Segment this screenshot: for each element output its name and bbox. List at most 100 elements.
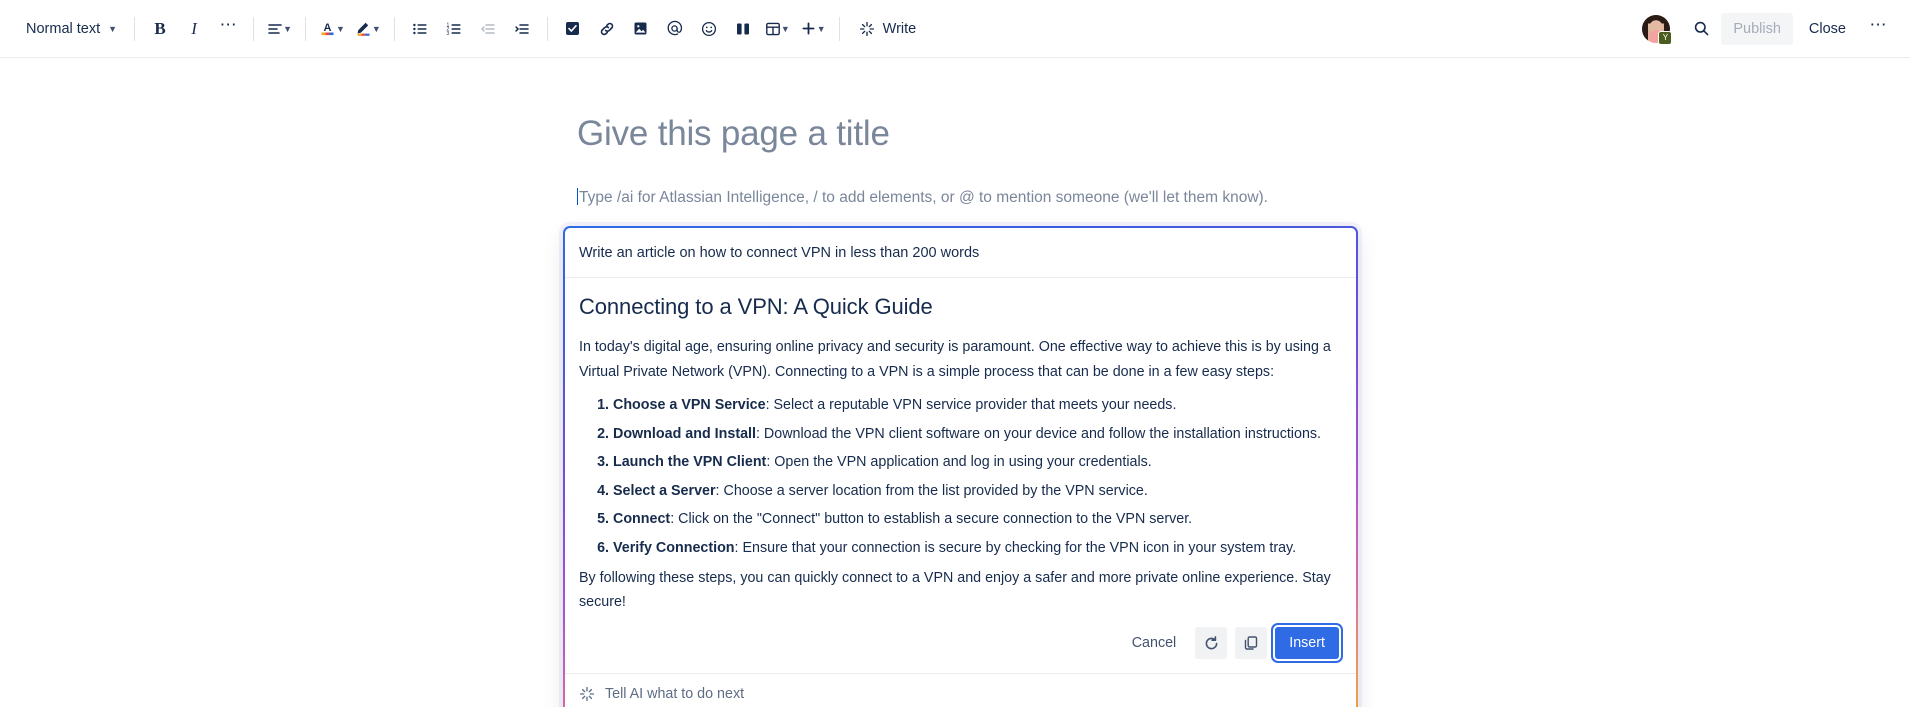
search-button[interactable] xyxy=(1685,13,1717,45)
link-button[interactable] xyxy=(591,13,623,45)
editor-page: Give this page a title Type /ai for Atla… xyxy=(0,58,1910,707)
text-cursor xyxy=(577,188,578,205)
step-term: Launch the VPN Client xyxy=(613,454,767,471)
link-icon xyxy=(599,21,615,37)
numbered-list-icon: 1 2 3 xyxy=(446,21,462,37)
highlight-color-button[interactable]: ▼ xyxy=(351,13,385,45)
toolbar-group-text-style: Normal text ▼ xyxy=(16,13,125,45)
toolbar-divider xyxy=(393,16,395,41)
outdent-icon xyxy=(480,21,496,37)
text-style-label: Normal text xyxy=(26,20,101,37)
ai-generation-panel: Write an article on how to connect VPN i… xyxy=(563,226,1358,707)
step-text: : Click on the "Connect" button to estab… xyxy=(670,511,1193,528)
step-term: Connect xyxy=(613,511,671,528)
numbered-list-button[interactable]: 1 2 3 xyxy=(438,13,470,45)
step-text: : Choose a server location from the list… xyxy=(715,482,1148,499)
indent-button[interactable] xyxy=(506,13,538,45)
image-button[interactable] xyxy=(625,13,657,45)
list-item: Launch the VPN Client: Open the VPN appl… xyxy=(613,451,1342,474)
ai-write-button[interactable]: Write xyxy=(849,13,927,45)
chevron-down-icon: ▼ xyxy=(335,24,345,34)
ai-response-steps-list: Choose a VPN Service: Select a reputable… xyxy=(579,394,1342,560)
layouts-button[interactable] xyxy=(727,13,759,45)
page-body-placeholder[interactable]: Type /ai for Atlassian Intelligence, / t… xyxy=(577,188,1268,207)
user-avatar[interactable]: Y xyxy=(1641,13,1673,45)
step-text: : Ensure that your connection is secure … xyxy=(734,539,1297,556)
step-term: Verify Connection xyxy=(613,539,735,556)
align-left-icon xyxy=(267,21,283,37)
insert-more-button[interactable]: ▼ xyxy=(796,13,830,45)
ai-sparkle-icon xyxy=(579,686,595,702)
toolbar-divider xyxy=(134,16,136,41)
step-text: : Open the VPN application and log in us… xyxy=(766,454,1152,471)
emoji-button[interactable] xyxy=(693,13,725,45)
toolbar-group-inline-format: B I ⋯ xyxy=(144,13,244,45)
chevron-down-icon: ▼ xyxy=(108,24,118,34)
svg-text:3: 3 xyxy=(446,30,449,36)
highlighter-pen-icon xyxy=(355,20,372,37)
table-icon xyxy=(765,21,781,37)
ai-followup-input[interactable]: Tell AI what to do next xyxy=(565,673,1356,707)
bullet-list-icon xyxy=(412,21,428,37)
retry-button[interactable] xyxy=(1195,627,1228,659)
ai-action-bar: Cancel Insert xyxy=(565,617,1356,673)
list-item: Choose a VPN Service: Select a reputable… xyxy=(613,394,1342,417)
chevron-down-icon: ▼ xyxy=(371,24,381,34)
copy-button[interactable] xyxy=(1235,627,1268,659)
more-options-button[interactable]: ⋯ xyxy=(1862,13,1894,45)
task-list-button[interactable] xyxy=(557,13,589,45)
more-formatting-button[interactable]: ⋯ xyxy=(212,13,244,45)
mention-at-icon xyxy=(666,20,683,37)
step-term: Choose a VPN Service xyxy=(613,397,766,414)
svg-text:A: A xyxy=(324,22,332,34)
indent-icon xyxy=(514,21,530,37)
toolbar-divider xyxy=(546,16,548,41)
toolbar-right-actions: Y Publish Close ⋯ xyxy=(1641,12,1894,45)
toolbar-group-alignment: ▼ xyxy=(263,13,296,45)
cancel-button[interactable]: Cancel xyxy=(1121,627,1188,659)
outdent-button[interactable] xyxy=(472,13,504,45)
emoji-smiley-icon xyxy=(701,21,717,37)
text-color-icon: A xyxy=(319,20,336,37)
ai-response-intro: In today's digital age, ensuring online … xyxy=(579,339,1331,380)
plus-icon xyxy=(800,20,817,37)
list-item: Connect: Click on the "Connect" button t… xyxy=(613,508,1342,531)
ai-sparkle-icon xyxy=(859,21,875,37)
list-item: Verify Connection: Ensure that your conn… xyxy=(613,537,1342,560)
chevron-down-icon: ▼ xyxy=(283,24,292,34)
italic-button[interactable]: I xyxy=(178,13,210,45)
image-icon xyxy=(633,21,648,36)
page-body-placeholder-text: Type /ai for Atlassian Intelligence, / t… xyxy=(579,189,1268,206)
table-button[interactable]: ▼ xyxy=(761,13,794,45)
publish-button[interactable]: Publish xyxy=(1721,12,1793,45)
search-icon xyxy=(1693,20,1710,37)
bullet-list-button[interactable] xyxy=(404,13,436,45)
text-color-button[interactable]: A ▼ xyxy=(315,13,349,45)
step-term: Select a Server xyxy=(613,482,716,499)
ai-write-label: Write xyxy=(882,20,917,37)
ai-prompt-input[interactable]: Write an article on how to connect VPN i… xyxy=(565,228,1356,278)
italic-icon: I xyxy=(191,18,197,38)
bold-button[interactable]: B xyxy=(144,13,176,45)
list-item: Download and Install: Download the VPN c… xyxy=(613,423,1342,446)
mention-button[interactable] xyxy=(659,13,691,45)
step-term: Download and Install xyxy=(613,425,756,442)
ai-response-content: Connecting to a VPN: A Quick Guide In to… xyxy=(565,278,1356,617)
step-text: : Select a reputable VPN service provide… xyxy=(765,397,1177,414)
page-title-placeholder[interactable]: Give this page a title xyxy=(577,114,890,154)
ai-response-outro: By following these steps, you can quickl… xyxy=(579,569,1331,611)
text-style-dropdown[interactable]: Normal text ▼ xyxy=(16,13,125,45)
editor-toolbar: Normal text ▼ B I ⋯ ▼ A ▼ ▼ 1 2 3 ▼ ▼ Wr… xyxy=(0,0,1910,58)
toolbar-divider xyxy=(838,16,840,41)
columns-layout-icon xyxy=(735,21,751,37)
toolbar-group-insert: ▼ ▼ xyxy=(557,13,830,45)
chevron-down-icon: ▼ xyxy=(780,24,790,34)
insert-button[interactable]: Insert xyxy=(1275,627,1339,659)
ellipsis-icon: ⋯ xyxy=(1869,15,1887,35)
text-align-button[interactable]: ▼ xyxy=(263,13,296,45)
ai-response-heading: Connecting to a VPN: A Quick Guide xyxy=(579,294,933,319)
close-button[interactable]: Close xyxy=(1797,13,1858,45)
toolbar-divider xyxy=(304,16,306,41)
chevron-down-icon: ▼ xyxy=(816,24,826,34)
refresh-icon xyxy=(1203,635,1220,652)
